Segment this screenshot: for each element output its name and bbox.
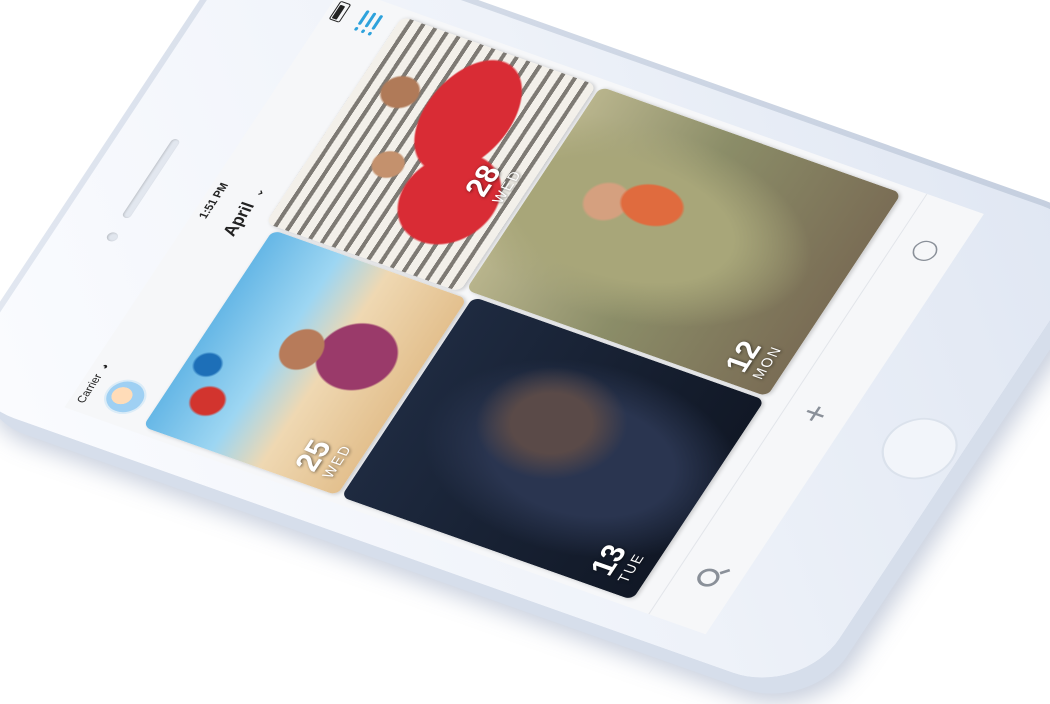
app-screen: Carrier ◕ 1:51 PM April ⌄ 25 WED 28 WED …: [64, 0, 984, 635]
home-button[interactable]: [867, 408, 972, 489]
date-label: 25 WED: [288, 432, 355, 480]
profile-icon: ◯: [904, 235, 943, 265]
search-tab[interactable]: [683, 558, 732, 596]
front-camera-icon: [104, 231, 121, 243]
phone-mockup: Carrier ◕ 1:51 PM April ⌄ 25 WED 28 WED …: [0, 0, 1050, 704]
search-icon: [693, 565, 724, 590]
date-label: 28 WED: [458, 158, 525, 205]
chevron-down-icon: ⌄: [248, 185, 268, 199]
profile-tab[interactable]: ◯: [899, 232, 948, 270]
stage: Carrier ◕ 1:51 PM April ⌄ 25 WED 28 WED …: [0, 0, 1050, 704]
phone-shell: Carrier ◕ 1:51 PM April ⌄ 25 WED 28 WED …: [0, 0, 1050, 697]
date-label: 13 TUE: [584, 541, 648, 585]
add-tab[interactable]: +: [791, 395, 840, 433]
photo-grid: 25 WED 28 WED 13 TUE 12 MON: [133, 16, 908, 602]
plus-icon: +: [791, 399, 840, 429]
month-label: April: [218, 199, 259, 239]
date-label: 12 MON: [718, 333, 785, 381]
speaker-grille: [121, 137, 181, 220]
